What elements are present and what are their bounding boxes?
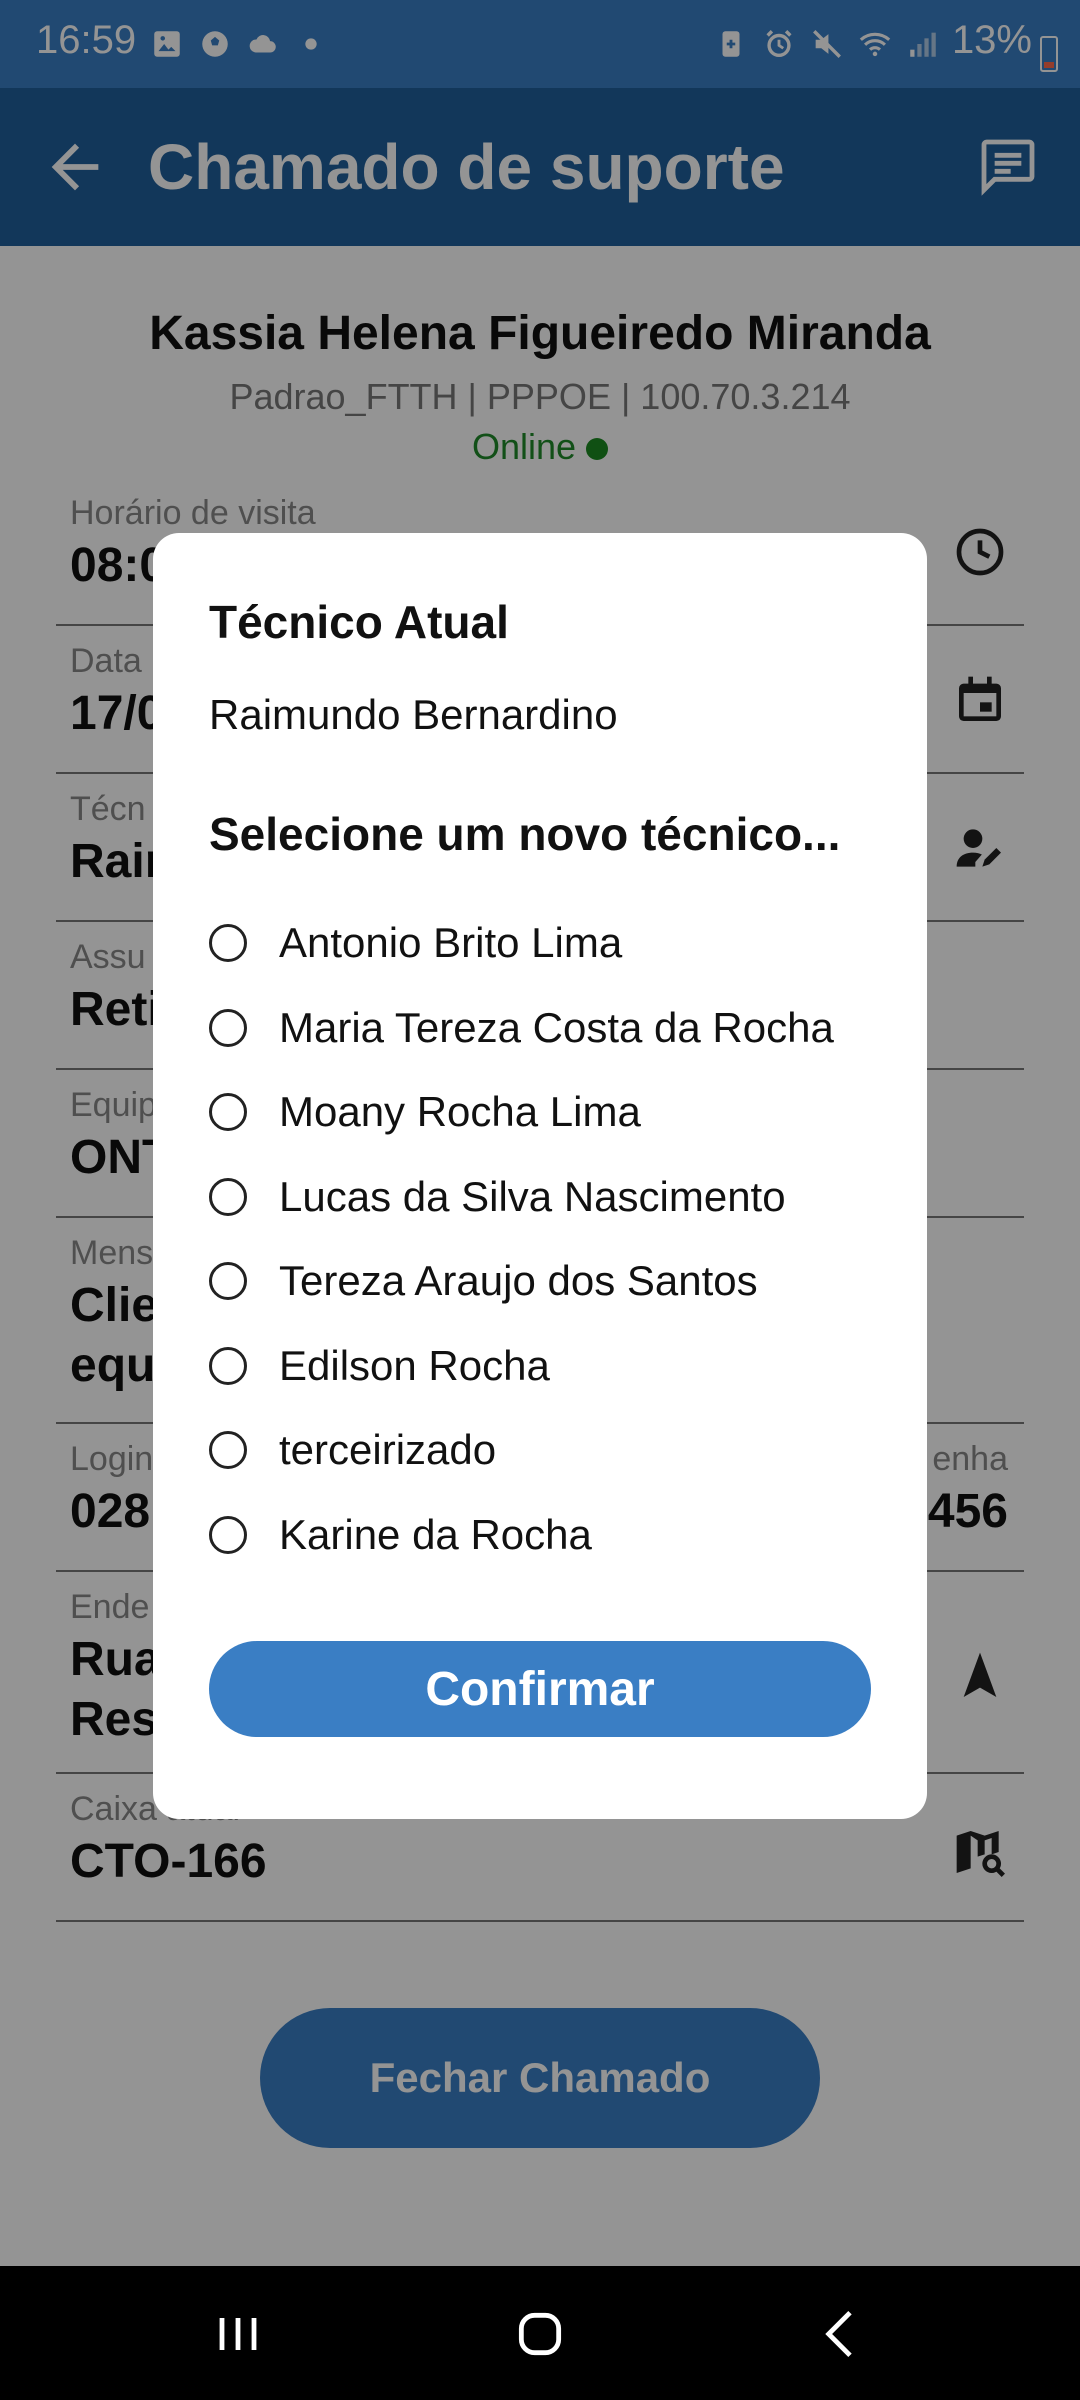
option-label: Moany Rocha Lima (279, 1088, 641, 1136)
option-label: Maria Tereza Costa da Rocha (279, 1003, 834, 1051)
radio-button[interactable] (209, 1177, 247, 1216)
recent-apps-icon[interactable] (206, 2302, 270, 2366)
option-label: Karine da Rocha (279, 1510, 592, 1558)
option-label: Tereza Araujo dos Santos (279, 1257, 758, 1305)
radio-button[interactable] (209, 1262, 247, 1301)
technician-option[interactable]: terceirizado (209, 1408, 909, 1493)
option-label: terceirizado (279, 1426, 497, 1474)
technician-option[interactable]: Maria Tereza Costa da Rocha (209, 986, 909, 1071)
technician-option[interactable]: Lucas da Silva Nascimento (209, 1155, 909, 1240)
technician-option[interactable]: Moany Rocha Lima (209, 1070, 909, 1155)
option-label: Antonio Brito Lima (279, 919, 623, 967)
radio-button[interactable] (209, 924, 247, 963)
option-label: Lucas da Silva Nascimento (279, 1172, 786, 1220)
confirm-button[interactable]: Confirmar (209, 1641, 871, 1737)
technician-option[interactable]: Karine da Rocha (209, 1493, 909, 1578)
select-technician-heading: Selecione um novo técnico... (209, 808, 841, 860)
current-technician-heading: Técnico Atual (209, 596, 509, 648)
technician-option[interactable]: Edilson Rocha (209, 1324, 909, 1409)
technician-option[interactable]: Antonio Brito Lima (209, 901, 909, 986)
back-icon[interactable] (810, 2302, 874, 2366)
radio-button[interactable] (209, 1093, 247, 1132)
radio-button[interactable] (209, 1515, 247, 1554)
option-label: Edilson Rocha (279, 1341, 550, 1389)
technician-options: Antonio Brito Lima Maria Tereza Costa da… (209, 901, 909, 1577)
current-technician-name: Raimundo Bernardino (209, 691, 618, 738)
system-nav-bar (0, 2266, 1080, 2400)
radio-button[interactable] (209, 1008, 247, 1047)
technician-option[interactable]: Tereza Araujo dos Santos (209, 1239, 909, 1324)
radio-button[interactable] (209, 1346, 247, 1385)
radio-button[interactable] (209, 1431, 247, 1470)
home-icon[interactable] (508, 2302, 572, 2366)
technician-dialog: Técnico Atual Raimundo Bernardino Seleci… (153, 533, 927, 1819)
